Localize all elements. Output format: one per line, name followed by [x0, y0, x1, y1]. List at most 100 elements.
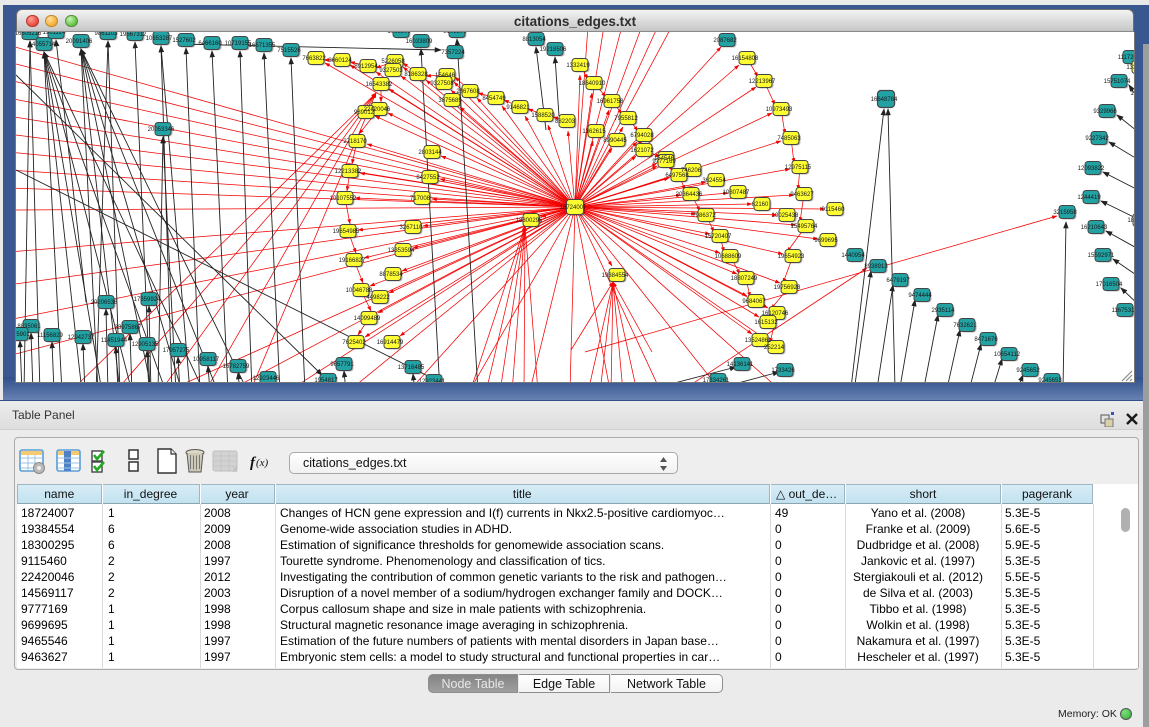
svg-text:7625402: 7625402: [342, 340, 366, 346]
svg-text:3624554: 3624554: [702, 178, 726, 184]
svg-text:16543382: 16543382: [366, 82, 393, 88]
svg-text:12905135: 12905135: [132, 342, 159, 348]
svg-text:7357224: 7357224: [441, 50, 465, 56]
svg-text:18807249: 18807249: [731, 276, 758, 282]
svg-text:12923441: 12923441: [419, 379, 446, 382]
svg-text:8427552: 8427552: [416, 175, 440, 181]
svg-text:9245653: 9245653: [1038, 378, 1062, 382]
svg-text:1167531: 1167531: [1112, 308, 1134, 314]
svg-text:8471676: 8471676: [974, 337, 998, 343]
svg-text:20364436: 20364436: [676, 192, 703, 198]
svg-text:9657791: 9657791: [330, 362, 354, 368]
svg-text:9227342: 9227342: [1085, 136, 1109, 142]
svg-text:7663822: 7663822: [302, 56, 326, 62]
svg-text:16120746: 16120746: [762, 311, 789, 317]
svg-text:17957275: 17957275: [163, 348, 190, 354]
svg-text:19654985: 19654985: [333, 229, 360, 235]
svg-text:16210643: 16210643: [1081, 225, 1108, 231]
svg-text:7632621: 7632621: [953, 323, 977, 329]
svg-text:8938913: 8938913: [864, 264, 888, 270]
svg-text:14055714: 14055714: [29, 42, 56, 48]
svg-text:10958117: 10958117: [193, 357, 220, 363]
svg-text:1332541: 1332541: [1126, 65, 1134, 71]
svg-text:1440954: 1440954: [841, 253, 865, 259]
svg-text:9699695: 9699695: [814, 238, 838, 244]
svg-text:4498222: 4498222: [366, 295, 390, 301]
svg-text:16648784: 16648784: [871, 97, 898, 103]
svg-text:11451944: 11451944: [101, 338, 128, 344]
svg-text:3875685: 3875685: [438, 98, 462, 104]
svg-text:18300295: 18300295: [516, 218, 543, 224]
svg-text:19654923: 19654923: [778, 254, 805, 260]
svg-text:3915901: 3915901: [16, 332, 30, 338]
svg-text:1362615: 1362615: [582, 129, 606, 135]
svg-text:10654112: 10654112: [994, 352, 1021, 358]
svg-text:1527602: 1527602: [172, 38, 196, 44]
svg-text:1954817: 1954817: [314, 378, 338, 382]
svg-text:989012: 989012: [354, 110, 375, 116]
svg-text:8813054: 8813054: [522, 37, 546, 43]
svg-text:15720407: 15720407: [705, 234, 732, 240]
svg-text:1244419: 1244419: [1077, 195, 1101, 201]
svg-text:1332419: 1332419: [566, 63, 590, 69]
svg-text:12213967: 12213967: [749, 79, 776, 85]
svg-text:62160: 62160: [752, 202, 769, 208]
svg-text:9115460: 9115460: [822, 207, 846, 213]
svg-text:16033809: 16033809: [406, 39, 433, 45]
svg-text:9327503: 9327503: [379, 68, 403, 74]
svg-text:7986372: 7986372: [692, 213, 716, 219]
svg-text:9146821: 9146821: [506, 105, 530, 111]
svg-text:17359924: 17359924: [134, 297, 161, 303]
svg-text:1664092: 1664092: [1130, 91, 1134, 97]
svg-text:12942737: 12942737: [68, 335, 95, 341]
svg-text:9777169: 9777169: [652, 159, 676, 165]
svg-text:13353594: 13353594: [388, 248, 415, 254]
svg-text:8878534: 8878534: [379, 272, 403, 278]
svg-text:10973493: 10973493: [766, 107, 793, 113]
svg-text:9463627: 9463627: [790, 192, 814, 198]
svg-text:19384554: 19384554: [602, 273, 629, 279]
svg-text:6794028: 6794028: [630, 133, 654, 139]
svg-text:2803144: 2803144: [418, 150, 442, 156]
svg-text:33975867: 33975867: [115, 325, 142, 331]
svg-text:9474444: 9474444: [908, 293, 932, 299]
svg-text:252214: 252214: [764, 345, 785, 351]
svg-text:16154808: 16154808: [732, 56, 759, 62]
svg-text:7485063: 7485063: [777, 136, 801, 142]
svg-text:x: x: [233, 464, 238, 474]
svg-text:12213382: 12213382: [335, 169, 362, 175]
svg-text:6479197: 6479197: [886, 278, 910, 284]
svg-text:154646: 154646: [435, 73, 456, 79]
svg-text:(x): (x): [256, 457, 269, 469]
svg-text:2087682: 2087682: [713, 38, 737, 44]
svg-text:16671355: 16671355: [249, 43, 276, 49]
svg-text:1588520: 1588520: [531, 113, 555, 119]
svg-text:19218506: 19218506: [540, 47, 567, 53]
svg-text:10046788: 10046788: [346, 288, 373, 294]
svg-text:2935114: 2935114: [932, 308, 956, 314]
svg-text:9327508: 9327508: [430, 81, 454, 87]
svg-text:6497568: 6497568: [665, 173, 689, 179]
svg-text:15592971: 15592971: [1088, 253, 1115, 259]
svg-text:3267110: 3267110: [400, 225, 424, 231]
svg-text:16961758: 16961758: [597, 99, 624, 105]
svg-text:20053346: 20053346: [148, 127, 175, 133]
svg-text:19756928: 19756928: [774, 285, 801, 291]
svg-text:12975115: 12975115: [785, 165, 812, 171]
svg-text:19166827: 19166827: [339, 258, 366, 264]
svg-text:16605216: 16605216: [16, 32, 42, 37]
svg-text:1621072: 1621072: [630, 148, 654, 154]
svg-text:1117205: 1117205: [1118, 55, 1134, 61]
svg-text:1733426: 1733426: [771, 368, 795, 374]
svg-text:1615132: 1615132: [754, 320, 778, 326]
svg-text:8835061: 8835061: [17, 324, 41, 330]
svg-text:2867608: 2867608: [456, 89, 480, 95]
svg-text:9245652: 9245652: [1016, 368, 1040, 374]
svg-text:12093822: 12093822: [1078, 166, 1105, 172]
svg-text:17334261: 17334261: [703, 378, 730, 382]
svg-text:9329966: 9329966: [1093, 109, 1117, 115]
svg-text:8990445: 8990445: [603, 138, 627, 144]
svg-text:717008: 717008: [410, 196, 431, 202]
svg-text:8660124: 8660124: [328, 58, 352, 64]
svg-text:14136141: 14136141: [727, 362, 754, 368]
